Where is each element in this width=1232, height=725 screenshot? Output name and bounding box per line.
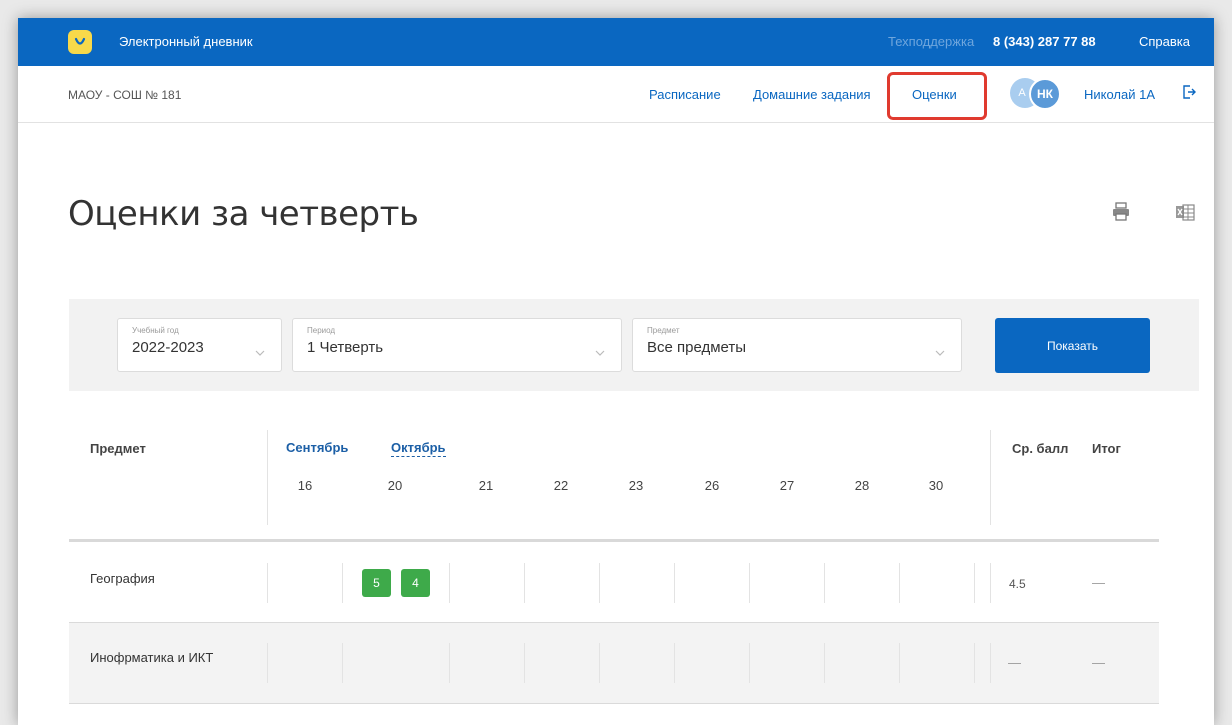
final-grade: — [1092,655,1105,670]
subject-name: География [90,571,155,586]
excel-export-icon[interactable] [1175,204,1195,227]
final-column-header: Итог [1092,441,1121,456]
chevron-down-icon [255,343,265,361]
logout-icon[interactable] [1181,84,1197,105]
cell-divider [267,563,268,603]
cell-divider [449,643,450,683]
day-header: 20 [387,478,403,493]
school-year-value: 2022-2023 [132,339,204,356]
table-row [69,623,1159,703]
user-name[interactable]: Николай 1А [1084,87,1155,102]
nav-link-grades[interactable]: Оценки [912,87,957,102]
average-grade: — [1008,655,1021,670]
cell-divider [990,643,991,683]
column-divider [990,430,991,525]
app-title[interactable]: Электронный дневник [119,34,253,49]
cell-divider [674,643,675,683]
cell-divider [674,563,675,603]
grade-badge[interactable]: 5 [362,569,391,597]
day-header: 23 [628,478,644,493]
subject-label: Предмет [647,326,680,335]
day-header: 21 [478,478,494,493]
school-name: МАОУ - СОШ № 181 [68,88,182,102]
column-divider [267,430,268,525]
subject-select[interactable]: Предмет Все предметы [632,318,962,372]
day-header: 28 [854,478,870,493]
cell-divider [974,563,975,603]
day-header: 26 [704,478,720,493]
chevron-down-icon [595,343,605,361]
cell-divider [824,563,825,603]
cell-divider [974,643,975,683]
row-divider [69,703,1159,704]
app-window: Электронный дневник Техподдержка 8 (343)… [18,18,1214,725]
cell-divider [449,563,450,603]
filter-panel: Учебный год 2022-2023 Период 1 Четверть … [69,299,1199,391]
cell-divider [599,563,600,603]
school-year-select[interactable]: Учебный год 2022-2023 [117,318,282,372]
cell-divider [524,563,525,603]
day-header: 16 [297,478,313,493]
nav-bar: МАОУ - СОШ № 181 Расписание Домашние зад… [18,66,1214,123]
average-column-header: Ср. балл [1012,441,1069,456]
average-grade: 4.5 [1009,577,1026,591]
print-icon[interactable] [1112,202,1130,227]
cell-divider [749,563,750,603]
month-tab-september[interactable]: Сентябрь [286,440,348,455]
cell-divider [899,563,900,603]
table-row [69,542,1159,622]
cell-divider [749,643,750,683]
cell-divider [990,563,991,603]
cell-divider [342,643,343,683]
period-select[interactable]: Период 1 Четверть [292,318,622,372]
day-header: 27 [779,478,795,493]
subject-name: Инофрматика и ИКТ [90,650,214,665]
app-logo-icon[interactable] [68,30,92,54]
nav-link-homework[interactable]: Домашние задания [753,87,871,102]
cell-divider [342,563,343,603]
show-button[interactable]: Показать [995,318,1150,373]
school-year-label: Учебный год [132,326,179,335]
cell-divider [267,643,268,683]
cell-divider [524,643,525,683]
top-bar: Электронный дневник Техподдержка 8 (343)… [18,18,1214,66]
cell-divider [824,643,825,683]
subject-value: Все предметы [647,339,747,356]
subject-column-header: Предмет [90,441,146,456]
period-value: 1 Четверть [307,339,384,356]
cell-divider [899,643,900,683]
avatar[interactable]: НК [1029,78,1061,110]
day-header: 30 [928,478,944,493]
month-tab-october[interactable]: Октябрь [391,440,446,457]
support-label: Техподдержка [888,34,975,49]
page-title: Оценки за четверть [68,194,419,234]
chevron-down-icon [935,343,945,361]
day-header: 22 [553,478,569,493]
help-link[interactable]: Справка [1139,34,1190,49]
grade-badge[interactable]: 4 [401,569,430,597]
final-grade: — [1092,575,1105,590]
nav-link-schedule[interactable]: Расписание [649,87,721,102]
period-label: Период [307,326,336,335]
support-phone: 8 (343) 287 77 88 [993,34,1096,49]
cell-divider [599,643,600,683]
